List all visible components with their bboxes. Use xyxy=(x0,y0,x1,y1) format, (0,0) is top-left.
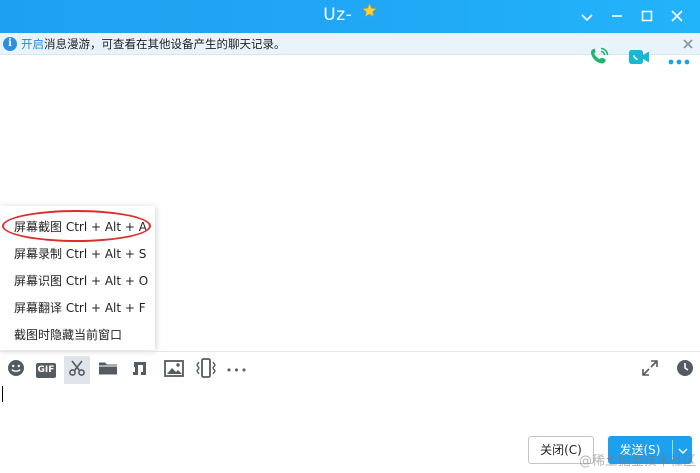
dropdown-button[interactable] xyxy=(572,0,602,33)
close-icon xyxy=(671,7,683,26)
more-icon xyxy=(668,50,690,69)
scissors-icon xyxy=(68,359,86,381)
screenshot-menu: 屏幕截图 Ctrl + Alt + A 屏幕录制 Ctrl + Alt + S … xyxy=(0,206,155,350)
folder-icon xyxy=(98,360,118,380)
phone-shake-icon xyxy=(195,358,217,382)
menu-item-screen-capture[interactable]: 屏幕截图 Ctrl + Alt + A xyxy=(0,214,155,241)
close-window-button[interactable] xyxy=(662,0,692,33)
image-icon xyxy=(164,359,184,381)
menu-item-hide-window[interactable]: 截图时隐藏当前窗口 xyxy=(0,322,155,349)
gif-icon: GIF xyxy=(35,362,57,378)
text-cursor xyxy=(2,386,3,402)
input-toolbar: GIF ••• xyxy=(0,356,700,384)
chevron-down-icon xyxy=(581,7,593,26)
screenshot-button[interactable] xyxy=(64,356,90,384)
menu-item-screen-record[interactable]: 屏幕录制 Ctrl + Alt + S xyxy=(0,241,155,268)
video-camera-icon xyxy=(627,46,651,72)
emoji-icon xyxy=(7,359,25,381)
minimize-button[interactable] xyxy=(602,0,632,33)
info-message: 消息漫游，可查看在其他设备产生的聊天记录。 xyxy=(44,37,286,51)
clock-icon xyxy=(676,359,694,381)
menu-item-screen-translate[interactable]: 屏幕翻译 Ctrl + Alt + F xyxy=(0,295,155,322)
maximize-icon xyxy=(641,7,653,26)
music-note-icon xyxy=(131,359,149,381)
menu-item-screen-recognize[interactable]: 屏幕识图 Ctrl + Alt + O xyxy=(0,268,155,295)
window-controls xyxy=(572,0,692,33)
image-button[interactable] xyxy=(161,356,187,384)
more-tools-icon: ••• xyxy=(225,363,249,377)
expand-icon xyxy=(641,359,659,381)
info-text: 开启消息漫游，可查看在其他设备产生的聊天记录。 xyxy=(21,33,286,55)
video-call-button[interactable] xyxy=(626,46,652,72)
maximize-button[interactable] xyxy=(632,0,662,33)
info-icon: i xyxy=(3,37,17,51)
file-button[interactable] xyxy=(95,356,121,384)
voice-call-button[interactable] xyxy=(586,46,612,72)
chat-actions xyxy=(586,44,692,74)
expand-editor-button[interactable] xyxy=(637,356,663,384)
emoji-button[interactable] xyxy=(3,356,29,384)
editor-divider xyxy=(0,351,700,352)
minimize-icon xyxy=(611,7,623,26)
star-icon xyxy=(362,0,377,29)
gif-button[interactable]: GIF xyxy=(33,356,59,384)
shake-button[interactable] xyxy=(193,356,219,384)
more-tools-button[interactable]: ••• xyxy=(224,356,250,384)
enable-roaming-link[interactable]: 开启 xyxy=(21,37,44,51)
title-bar: Uz- xyxy=(0,0,700,33)
watermark: @稀土掘金技术社区 xyxy=(578,454,696,469)
music-button[interactable] xyxy=(127,356,153,384)
window-title: Uz- xyxy=(323,5,353,25)
phone-icon xyxy=(587,45,611,73)
chat-history-button[interactable] xyxy=(672,356,698,384)
more-options-button[interactable] xyxy=(666,46,692,72)
